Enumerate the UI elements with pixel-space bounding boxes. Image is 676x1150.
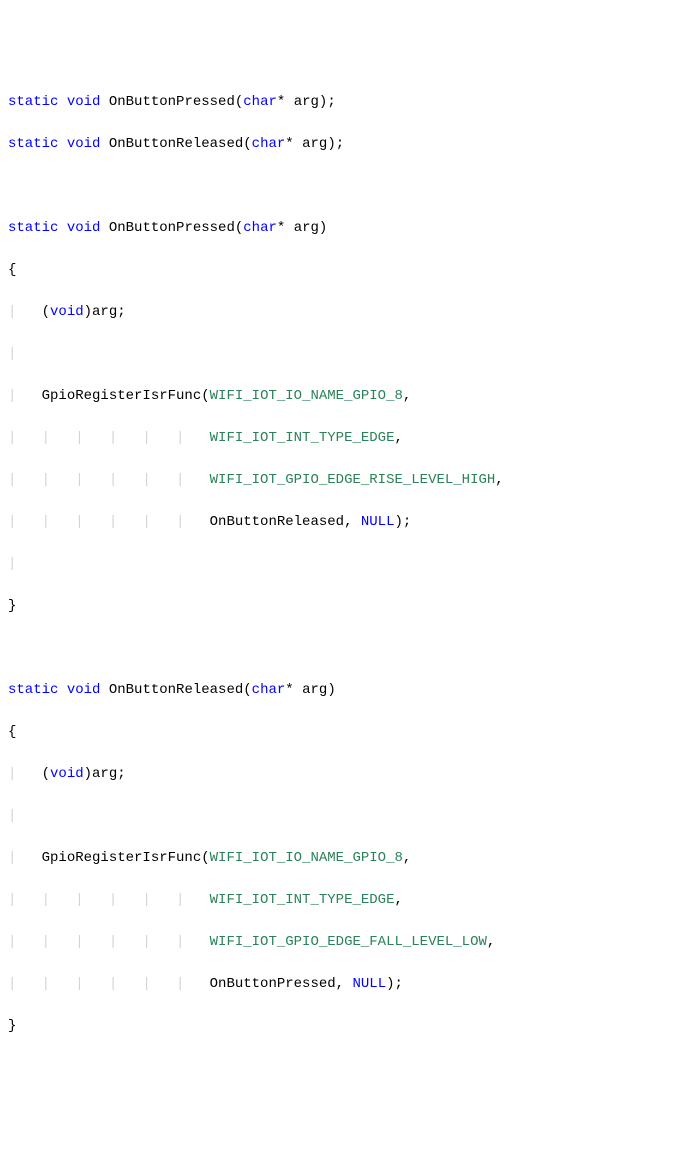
arg: arg xyxy=(92,304,117,320)
paren-open: ( xyxy=(243,682,251,698)
void-arg-line: | (void)arg; xyxy=(8,764,668,785)
arg: arg xyxy=(302,136,327,152)
decl-line-2: static void OnButtonReleased(char* arg); xyxy=(8,134,668,155)
arg: arg xyxy=(294,94,319,110)
kw-static: static xyxy=(8,220,58,236)
star: * xyxy=(277,220,294,236)
kw-static: static xyxy=(8,682,58,698)
call-line-1: | GpioRegisterIsrFunc(WIFI_IOT_IO_NAME_G… xyxy=(8,848,668,869)
func-name: OnButtonReleased xyxy=(109,682,243,698)
paren-close: ) xyxy=(327,682,335,698)
paren-close: ) xyxy=(327,136,335,152)
func-call: GpioRegisterIsrFunc xyxy=(42,850,202,866)
semi: ; xyxy=(327,94,335,110)
kw-char: char xyxy=(243,94,277,110)
paren-close: ) xyxy=(319,220,327,236)
call-line-2: | | | | | | WIFI_IOT_INT_TYPE_EDGE, xyxy=(8,428,668,449)
kw-void: void xyxy=(67,94,101,110)
brace-open: { xyxy=(8,260,668,281)
call-line-2: | | | | | | WIFI_IOT_INT_TYPE_EDGE, xyxy=(8,890,668,911)
star: * xyxy=(277,94,294,110)
kw-null: NULL xyxy=(352,976,386,992)
star: * xyxy=(285,136,302,152)
func-ref: OnButtonReleased xyxy=(210,514,344,530)
const-edge: WIFI_IOT_INT_TYPE_EDGE xyxy=(210,892,395,908)
func-name: OnButtonPressed xyxy=(109,94,235,110)
kw-void: void xyxy=(50,304,84,320)
blank-line xyxy=(8,176,668,197)
kw-char: char xyxy=(243,220,277,236)
paren-open: ( xyxy=(243,136,251,152)
func-def-1: static void OnButtonPressed(char* arg) xyxy=(8,218,668,239)
call-line-4: | | | | | | OnButtonReleased, NULL); xyxy=(8,512,668,533)
brace-close: } xyxy=(8,1016,668,1037)
const-rise: WIFI_IOT_GPIO_EDGE_RISE_LEVEL_HIGH xyxy=(210,472,496,488)
func-def-2: static void OnButtonReleased(char* arg) xyxy=(8,680,668,701)
kw-void: void xyxy=(67,220,101,236)
const-fall: WIFI_IOT_GPIO_EDGE_FALL_LEVEL_LOW xyxy=(210,934,487,950)
kw-char: char xyxy=(252,682,286,698)
kw-static: static xyxy=(8,136,58,152)
arg: arg xyxy=(294,220,319,236)
blank-line: | xyxy=(8,806,668,827)
decl-line-1: static void OnButtonPressed(char* arg); xyxy=(8,92,668,113)
func-name: OnButtonReleased xyxy=(109,136,243,152)
const-edge: WIFI_IOT_INT_TYPE_EDGE xyxy=(210,430,395,446)
func-call: GpioRegisterIsrFunc xyxy=(42,388,202,404)
call-line-4: | | | | | | OnButtonPressed, NULL); xyxy=(8,974,668,995)
call-line-3: | | | | | | WIFI_IOT_GPIO_EDGE_FALL_LEVE… xyxy=(8,932,668,953)
arg: arg xyxy=(302,682,327,698)
blank-line xyxy=(8,638,668,659)
call-line-3: | | | | | | WIFI_IOT_GPIO_EDGE_RISE_LEVE… xyxy=(8,470,668,491)
star: * xyxy=(285,682,302,698)
func-ref: OnButtonPressed xyxy=(210,976,336,992)
arg: arg xyxy=(92,766,117,782)
brace-close: } xyxy=(8,596,668,617)
kw-static: static xyxy=(8,94,58,110)
blank-line: | xyxy=(8,554,668,575)
brace-open: { xyxy=(8,722,668,743)
const-gpio8: WIFI_IOT_IO_NAME_GPIO_8 xyxy=(210,388,403,404)
call-line-1: | GpioRegisterIsrFunc(WIFI_IOT_IO_NAME_G… xyxy=(8,386,668,407)
kw-void: void xyxy=(67,682,101,698)
kw-null: NULL xyxy=(361,514,395,530)
void-arg-line: | (void)arg; xyxy=(8,302,668,323)
func-name: OnButtonPressed xyxy=(109,220,235,236)
const-gpio8: WIFI_IOT_IO_NAME_GPIO_8 xyxy=(210,850,403,866)
semi: ; xyxy=(336,136,344,152)
kw-void: void xyxy=(50,766,84,782)
code-block: static void OnButtonPressed(char* arg); … xyxy=(8,92,668,1037)
kw-char: char xyxy=(252,136,286,152)
kw-void: void xyxy=(67,136,101,152)
blank-line: | xyxy=(8,344,668,365)
